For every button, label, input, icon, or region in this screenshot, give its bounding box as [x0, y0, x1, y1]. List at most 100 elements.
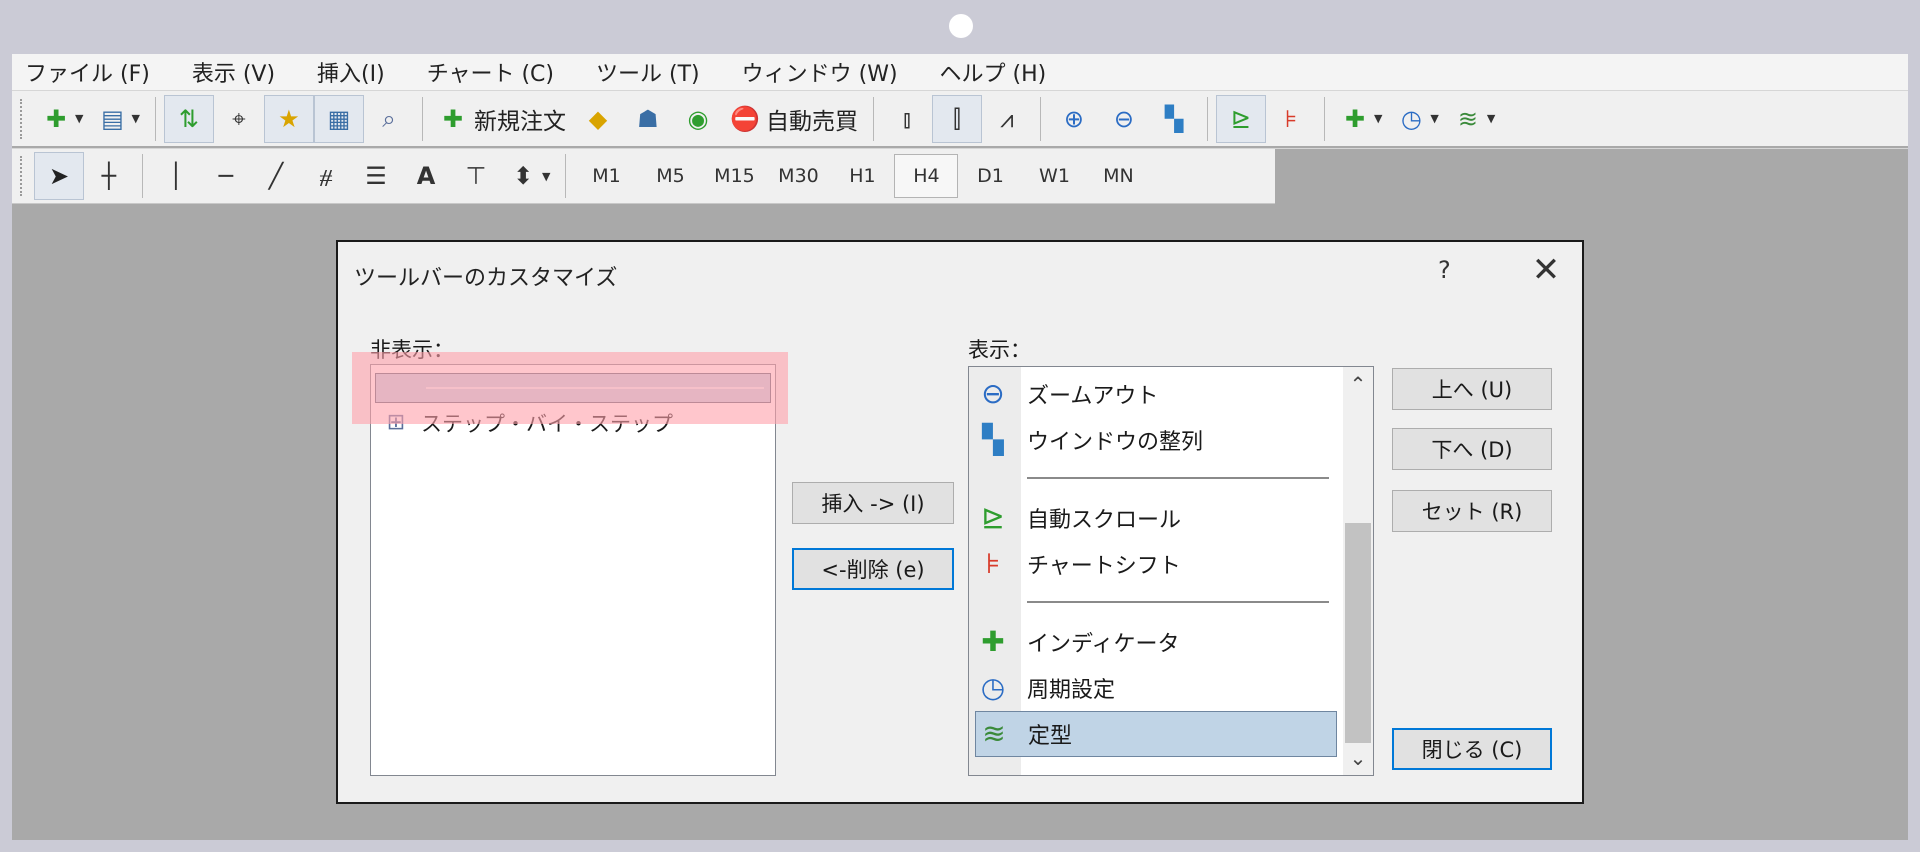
indicators-button[interactable]: ✚ ▼	[1333, 95, 1389, 143]
menu-chart[interactable]: チャート (C)	[414, 56, 567, 88]
list-item-indicators[interactable]: ✚ インディケータ	[975, 619, 1337, 665]
bar-chart-button[interactable]: ⫾	[882, 95, 932, 143]
navigator-button[interactable]: ★	[263, 94, 314, 143]
hidden-items-list[interactable]: ⊞ ステップ・バイ・ステップ	[370, 364, 776, 776]
trendline-button[interactable]: ╱	[251, 152, 301, 200]
toolbar-separator	[565, 154, 567, 198]
market-watch-button[interactable]: ⇅	[163, 94, 214, 143]
reset-button[interactable]: セット (R)	[1392, 490, 1552, 532]
timeframe-m15[interactable]: M15	[702, 154, 766, 198]
list-item-label: 周期設定	[1027, 678, 1116, 703]
remove-button[interactable]: <-削除 (e)	[792, 548, 954, 590]
cursor-button[interactable]: ➤	[34, 152, 84, 200]
toolbar-empty-area	[1275, 149, 1908, 205]
text-label-button[interactable]: ⊤	[451, 152, 501, 200]
dropdown-arrow-icon: ▼	[1430, 112, 1439, 125]
tile-windows-button[interactable]: ▚	[1149, 95, 1199, 143]
candlestick-button[interactable]: ⫿	[931, 94, 982, 143]
terminal-icon: ▦	[327, 104, 351, 133]
move-up-button[interactable]: 上へ (U)	[1392, 368, 1552, 410]
timeframe-w1[interactable]: W1	[1022, 154, 1086, 198]
experts-button[interactable]: ☗	[623, 95, 673, 143]
timeframe-d1[interactable]: D1	[958, 154, 1022, 198]
timeframe-m1[interactable]: M1	[574, 154, 638, 198]
auto-scroll-icon: ⊵	[981, 501, 1005, 534]
help-button[interactable]: ?	[1438, 256, 1451, 284]
vertical-line-button[interactable]: │	[151, 152, 201, 200]
fibonacci-button[interactable]: ☰	[351, 152, 401, 200]
terminal-button[interactable]: ▦	[313, 94, 364, 143]
timeframe-m30[interactable]: M30	[766, 154, 830, 198]
new-chart-button[interactable]: ✚ ▼	[34, 95, 90, 143]
customize-toolbar-dialog: ツールバーのカスタマイズ ? ✕ 非表示： ⊞ ステップ・バイ・ステップ 挿入 …	[336, 240, 1584, 804]
list-separator[interactable]	[1027, 601, 1329, 603]
candlestick-icon: ⫿	[953, 104, 961, 133]
list-separator[interactable]	[1027, 477, 1329, 479]
periodicity-button[interactable]: ◷ ▼	[1389, 95, 1445, 143]
cursor-arrow-icon: ➤	[48, 162, 70, 190]
menu-help[interactable]: ヘルプ (H)	[927, 56, 1060, 88]
auto-trading-icon: ⛔	[729, 104, 760, 133]
profiles-icon: ▤	[101, 104, 124, 133]
equidistant-channel-button[interactable]: ⧣	[301, 152, 351, 200]
timeframe-mn[interactable]: MN	[1086, 154, 1150, 198]
book-icon: ◆	[588, 104, 608, 133]
profiles-button[interactable]: ▤ ▼	[90, 95, 146, 143]
vertical-scrollbar[interactable]: ⌃ ⌄	[1343, 367, 1373, 775]
zoom-out-icon: ⊖	[981, 377, 1005, 410]
new-order-button[interactable]: ✚ 新規注文	[431, 95, 573, 143]
list-item-chart-shift[interactable]: ⊧ チャートシフト	[975, 541, 1337, 587]
line-chart-button[interactable]: ⩘	[982, 95, 1032, 143]
toolbar-grip[interactable]	[20, 156, 26, 196]
toolbar-separator	[421, 96, 423, 141]
timeframe-h1[interactable]: H1	[830, 154, 894, 198]
list-item-zoom-out[interactable]: ⊖ ズームアウト	[975, 371, 1337, 417]
dropdown-arrow-icon: ▼	[75, 112, 84, 125]
timeframe-h4[interactable]: H4	[894, 154, 959, 198]
list-item-label: ズームアウト	[1027, 384, 1159, 409]
clock-icon: ◷	[980, 671, 1006, 704]
horizontal-line-button[interactable]: ─	[201, 152, 251, 200]
strategy-tester-button[interactable]: ⌕	[364, 95, 414, 143]
chart-shift-button[interactable]: ⊧	[1266, 95, 1316, 143]
menu-tools[interactable]: ツール (T)	[583, 56, 713, 88]
close-icon[interactable]: ✕	[1524, 248, 1568, 292]
timeframe-m5[interactable]: M5	[638, 154, 702, 198]
new-order-label: 新規注文	[473, 108, 566, 135]
toolbar-grip[interactable]	[20, 98, 26, 139]
magnifier-chart-icon: ⌕	[382, 104, 396, 133]
dropdown-arrow-icon: ▼	[1486, 112, 1496, 125]
person-icon: ☗	[637, 104, 659, 133]
menu-insert[interactable]: 挿入(I)	[304, 56, 398, 88]
signals-button[interactable]: ◉	[673, 95, 723, 143]
auto-trading-button[interactable]: ⛔ 自動売買	[723, 95, 865, 143]
crosshair-button[interactable]: ┼	[84, 152, 134, 200]
menu-window[interactable]: ウィンドウ (W)	[729, 56, 911, 88]
scroll-up-icon[interactable]: ⌃	[1343, 369, 1373, 399]
menubar: ファイル (F) 表示 (V) 挿入(I) チャート (C) ツール (T) ウ…	[12, 54, 1908, 90]
scroll-down-icon[interactable]: ⌄	[1343, 743, 1373, 773]
arrows-button[interactable]: ⬍ ▼	[501, 152, 557, 200]
list-item-periodicity[interactable]: ◷ 周期設定	[975, 665, 1337, 711]
list-item-template[interactable]: ≋ 定型	[975, 711, 1337, 757]
menu-view[interactable]: 表示 (V)	[179, 56, 288, 88]
zoom-out-button[interactable]: ⊖	[1099, 95, 1149, 143]
menu-file[interactable]: ファイル (F)	[12, 56, 163, 88]
shown-items-list[interactable]: ⊖ ズームアウト ▚ ウインドウの整列 ⊵ 自動スクロール ⊧ チャートシフト …	[968, 366, 1374, 776]
close-button[interactable]: 閉じる (C)	[1392, 728, 1552, 770]
zoom-in-button[interactable]: ⊕	[1049, 95, 1099, 143]
auto-scroll-button[interactable]: ⊵	[1215, 94, 1266, 143]
list-item-tile-windows[interactable]: ▚ ウインドウの整列	[975, 417, 1337, 463]
vertical-line-icon: │	[168, 162, 184, 190]
metaeditor-button[interactable]: ◆	[573, 95, 623, 143]
scrollbar-thumb[interactable]	[1345, 523, 1371, 743]
move-down-button[interactable]: 下へ (D)	[1392, 428, 1552, 470]
toolbar-separator	[154, 96, 156, 141]
template-button[interactable]: ≋ ▼	[1446, 95, 1502, 143]
data-window-button[interactable]: ⌖	[214, 95, 264, 143]
text-button[interactable]: A	[401, 152, 451, 200]
list-item-auto-scroll[interactable]: ⊵ 自動スクロール	[975, 495, 1337, 541]
zoom-out-icon: ⊖	[1113, 104, 1134, 133]
insert-button[interactable]: 挿入 -> (I)	[792, 482, 954, 524]
toolbar-separator	[142, 154, 143, 198]
